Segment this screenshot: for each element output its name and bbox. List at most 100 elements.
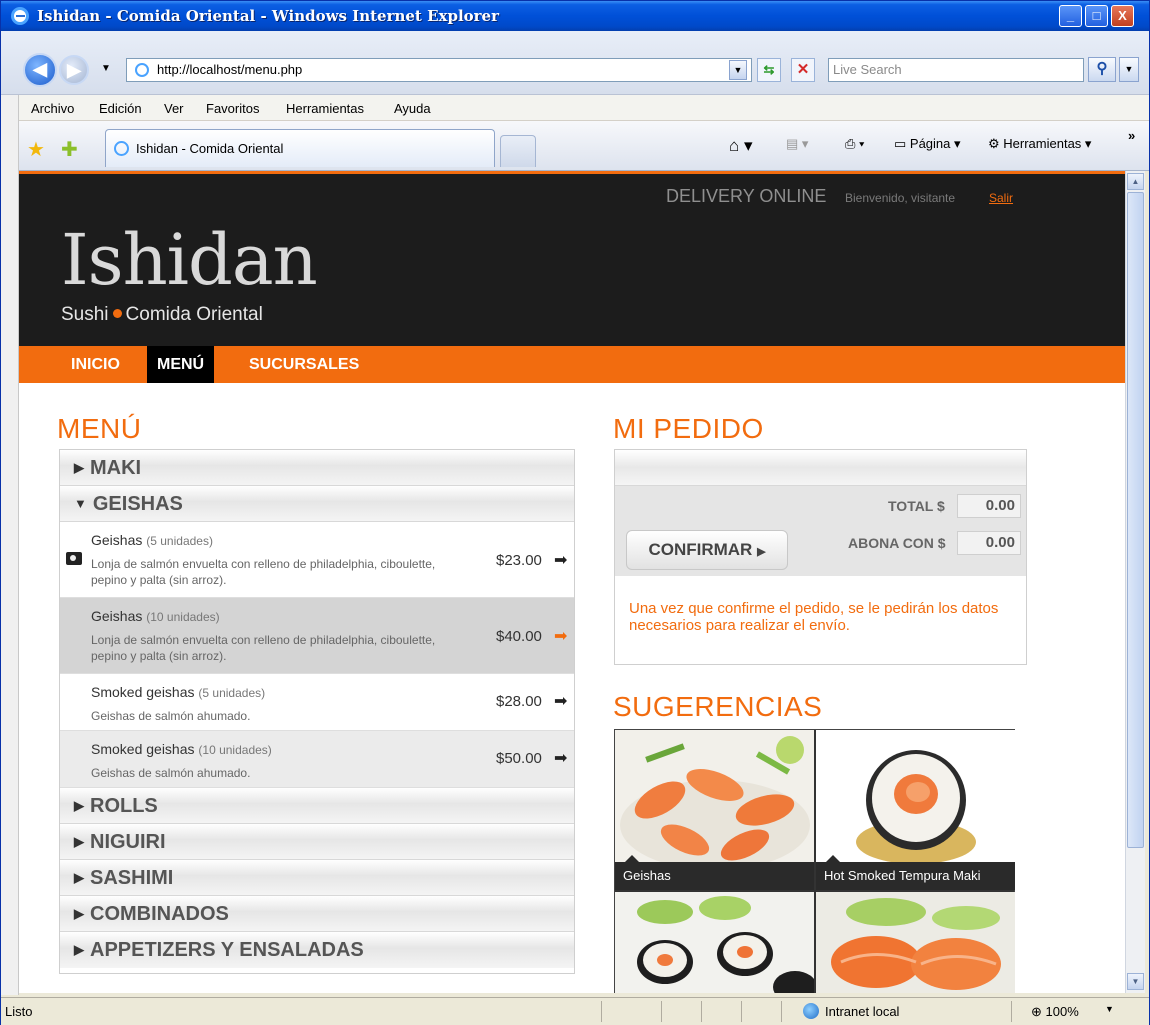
item-description: Lonja de salmón envuelta con relleno de … [91, 557, 436, 587]
status-bar: Listo Intranet local ⊕ 100% ▼ [1, 997, 1149, 1025]
site-tagline: Sushi Comida Oriental [61, 304, 263, 326]
back-button[interactable]: ◀ [23, 53, 57, 87]
menu-bar: Archivo Edición Ver Favoritos Herramient… [19, 95, 1149, 121]
item-units: (10 unidades) [146, 610, 220, 624]
new-tab-button[interactable] [500, 135, 536, 167]
item-price: $28.00 [496, 693, 542, 710]
security-zone[interactable]: Intranet local [825, 1004, 899, 1019]
search-icon[interactable]: ⚲ [1088, 57, 1116, 82]
item-title: Geishas [91, 608, 143, 624]
item-title: Geishas [91, 532, 143, 548]
menu-ver[interactable]: Ver [164, 101, 184, 116]
forward-button[interactable]: ▶ [59, 55, 89, 85]
suggestion-maki[interactable] [615, 892, 814, 993]
site-logo[interactable]: Ishidan [61, 219, 318, 301]
category-combinados[interactable]: ▶ COMBINADOS [60, 896, 574, 932]
status-divider [661, 1001, 662, 1022]
category-label: NIGUIRI [90, 831, 166, 853]
scroll-thumb[interactable] [1127, 192, 1144, 848]
suggestion-caption: Hot Smoked Tempura Maki [816, 855, 1015, 890]
title-bar: Ishidan - Comida Oriental - Windows Inte… [1, 1, 1149, 31]
history-dropdown-icon[interactable]: ▼ [101, 63, 111, 74]
logout-link[interactable]: Salir [989, 191, 1013, 205]
menu-item[interactable]: Smoked geishas (5 unidades) Geishas de s… [60, 674, 574, 731]
menu-item[interactable]: Smoked geishas (10 unidades) Geishas de … [60, 731, 574, 788]
category-niguiri[interactable]: ▶ NIGUIRI [60, 824, 574, 860]
print-icon[interactable]: ⎙ ▾ [845, 136, 864, 152]
tools-menu[interactable]: ⚙ Herramientas ▾ [988, 136, 1091, 152]
zoom-dropdown-icon[interactable]: ▼ [1105, 1004, 1114, 1014]
maximize-button[interactable]: □ [1085, 5, 1108, 27]
order-panel: TOTAL $ 0.00 ABONA CON $ 0.00 CONFIRMAR … [614, 449, 1027, 665]
suggestion-hot-smoked-tempura-maki[interactable]: Hot Smoked Tempura Maki [816, 730, 1015, 890]
intranet-globe-icon [803, 1003, 819, 1019]
feeds-icon[interactable]: ▤ ▾ [786, 136, 808, 152]
suggestion-niguiri[interactable] [816, 892, 1015, 993]
scroll-up-icon[interactable]: ▲ [1127, 173, 1144, 190]
category-appetizers[interactable]: ▶ APPETIZERS Y ENSALADAS [60, 932, 574, 968]
tab-ishidan[interactable]: Ishidan - Comida Oriental [105, 129, 495, 167]
add-to-order-icon[interactable]: ➡ [554, 691, 567, 711]
menu-heading: MENÚ [57, 413, 142, 444]
more-commands-icon[interactable]: » [1128, 128, 1135, 143]
collapsed-arrow-icon: ▶ [74, 942, 84, 957]
menu-herramientas[interactable]: Herramientas [286, 101, 364, 116]
menu-item[interactable]: Geishas (10 unidades) Lonja de salmón en… [60, 598, 574, 674]
address-bar[interactable]: http://localhost/menu.php [126, 58, 752, 82]
item-description: Geishas de salmón ahumado. [91, 766, 251, 780]
tools-menu-label: Herramientas [1003, 136, 1082, 151]
page-menu[interactable]: ▭ Página ▾ [894, 136, 961, 152]
status-text: Listo [5, 1004, 33, 1019]
order-note: Una vez que confirme el pedido, se le pe… [629, 600, 999, 634]
add-to-order-icon[interactable]: ➡ [554, 550, 567, 570]
address-dropdown-icon[interactable]: ▼ [729, 60, 747, 80]
status-divider [701, 1001, 702, 1022]
zoom-level[interactable]: ⊕ 100% [1031, 1004, 1079, 1020]
nav-menu[interactable]: MENÚ [147, 346, 215, 383]
refresh-icon[interactable]: ⇆ [757, 58, 781, 82]
pay-with-label: ABONA CON $ [848, 535, 946, 551]
window-title: Ishidan - Comida Oriental - Windows Inte… [37, 7, 499, 25]
close-button[interactable]: X [1111, 5, 1134, 27]
camera-icon[interactable] [66, 552, 82, 565]
add-to-order-icon[interactable]: ➡ [554, 748, 567, 768]
minimize-button[interactable]: _ [1059, 5, 1082, 27]
search-options-icon[interactable]: ▼ [1119, 57, 1139, 82]
total-label: TOTAL $ [888, 498, 945, 514]
favorites-star-icon[interactable]: ★ [27, 137, 45, 162]
menu-ayuda[interactable]: Ayuda [394, 101, 431, 116]
search-input[interactable]: Live Search [828, 58, 1084, 82]
menu-archivo[interactable]: Archivo [31, 101, 74, 116]
category-label: GEISHAS [92, 493, 183, 515]
add-to-order-icon[interactable]: ➡ [554, 626, 567, 646]
category-geishas[interactable]: ▼ GEISHAS [60, 486, 574, 522]
category-label: APPETIZERS Y ENSALADAS [90, 939, 364, 961]
suggestion-caption: Geishas [615, 855, 814, 890]
item-description: Lonja de salmón envuelta con relleno de … [91, 633, 436, 663]
menu-edicion[interactable]: Edición [99, 101, 142, 116]
item-name: Smoked geishas (5 unidades) [91, 684, 265, 700]
menu-item[interactable]: Geishas (5 unidades) Lonja de salmón env… [60, 522, 574, 598]
item-name: Geishas (5 unidades) [91, 532, 213, 548]
confirm-button[interactable]: CONFIRMAR ▶ [626, 530, 788, 570]
home-icon[interactable]: ⌂ ▾ [729, 136, 753, 156]
scroll-down-icon[interactable]: ▼ [1127, 973, 1144, 990]
nav-sucursales[interactable]: SUCURSALES [239, 346, 369, 383]
item-units: (5 unidades) [146, 534, 213, 548]
category-label: MAKI [90, 457, 142, 479]
menu-favoritos[interactable]: Favoritos [206, 101, 259, 116]
item-units: (10 unidades) [198, 743, 272, 757]
stop-icon[interactable]: ✕ [791, 58, 815, 82]
zoom-value: 100% [1045, 1004, 1079, 1019]
category-maki[interactable]: ▶ MAKI [60, 450, 574, 486]
category-rolls[interactable]: ▶ ROLLS [60, 788, 574, 824]
suggestion-geishas[interactable]: Geishas [615, 730, 814, 890]
page-viewport: Ishidan Sushi Comida Oriental DELIVERY ON… [19, 171, 1125, 993]
item-name: Geishas (10 unidades) [91, 608, 220, 624]
add-favorite-icon[interactable]: ✚ [61, 137, 78, 162]
vertical-scrollbar[interactable]: ▲ ▼ [1125, 171, 1145, 993]
suggestions-grid: Geishas Hot Smoked Tempura Maki [614, 729, 1015, 993]
category-sashimi[interactable]: ▶ SASHIMI [60, 860, 574, 896]
nav-inicio[interactable]: INICIO [61, 346, 130, 383]
pay-with-input[interactable]: 0.00 [957, 531, 1021, 555]
